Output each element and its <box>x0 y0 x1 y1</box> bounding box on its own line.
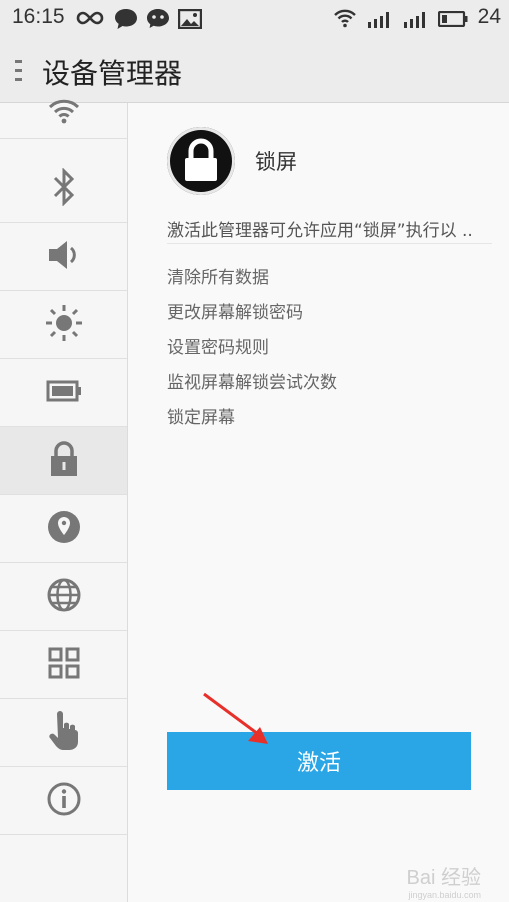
permission-list: 清除所有数据 更改屏幕解锁密码 设置密码规则 监视屏幕解锁尝试次数 锁定屏幕 <box>167 266 337 441</box>
hand-pointer-icon <box>48 710 80 755</box>
menu-dots-icon[interactable] <box>14 58 24 88</box>
watermark-logo: Bai 经验 <box>406 867 481 889</box>
permission-item: 设置密码规则 <box>167 338 269 358</box>
permission-item: 清除所有数据 <box>167 268 269 288</box>
sidebar-item-sound[interactable] <box>0 223 127 291</box>
permission-item: 锁定屏幕 <box>167 408 235 428</box>
sidebar-item-location[interactable] <box>0 495 127 563</box>
lock-icon <box>49 440 79 482</box>
wifi-icon <box>48 98 80 128</box>
sidebar-item-apps[interactable] <box>0 631 127 699</box>
sidebar-item-bluetooth[interactable] <box>0 155 127 223</box>
wifi-icon <box>333 8 357 32</box>
sidebar-item-display[interactable] <box>0 291 127 359</box>
sidebar-item-accessibility[interactable] <box>0 699 127 767</box>
location-icon <box>46 509 82 549</box>
image-icon <box>177 8 203 33</box>
sidebar-item-wifi[interactable] <box>0 87 127 139</box>
brightness-icon <box>44 303 84 347</box>
chat-bubble-icon <box>114 8 138 34</box>
app-name: 锁屏 <box>255 150 297 174</box>
apps-grid-icon <box>48 647 80 683</box>
status-bar: 16:15 24 <box>0 0 509 38</box>
wechat-icon <box>146 8 170 34</box>
globe-icon <box>46 577 82 617</box>
permission-item: 更改屏幕解锁密码 <box>167 303 303 323</box>
info-icon <box>46 781 82 821</box>
sidebar-item-language[interactable] <box>0 563 127 631</box>
signal-icon <box>366 10 394 32</box>
sidebar-item-security[interactable] <box>0 427 127 495</box>
watermark-url: jingyan.baidu.com <box>408 890 481 900</box>
signal-icon <box>402 10 430 32</box>
bluetooth-icon <box>51 166 77 210</box>
divider <box>167 243 492 244</box>
battery-icon <box>46 380 82 406</box>
lock-app-icon <box>167 127 235 195</box>
page-title: 设备管理器 <box>42 57 183 90</box>
permission-item: 监视屏幕解锁尝试次数 <box>167 373 337 393</box>
infinity-icon <box>76 10 104 30</box>
device-admin-detail: 锁屏 激活此管理器可允许应用“锁屏”执行以 .. 清除所有数据 更改屏幕解锁密码… <box>128 103 509 902</box>
sidebar-item-about[interactable] <box>0 767 127 835</box>
sidebar-item-battery[interactable] <box>0 359 127 427</box>
annotation-arrow <box>203 692 268 744</box>
battery-level: 24 <box>477 5 501 28</box>
admin-description: 激活此管理器可允许应用“锁屏”执行以 .. <box>167 221 473 241</box>
battery-icon <box>437 10 468 31</box>
status-time: 16:15 <box>12 5 65 28</box>
settings-sidebar <box>0 99 128 902</box>
volume-icon <box>46 238 82 276</box>
